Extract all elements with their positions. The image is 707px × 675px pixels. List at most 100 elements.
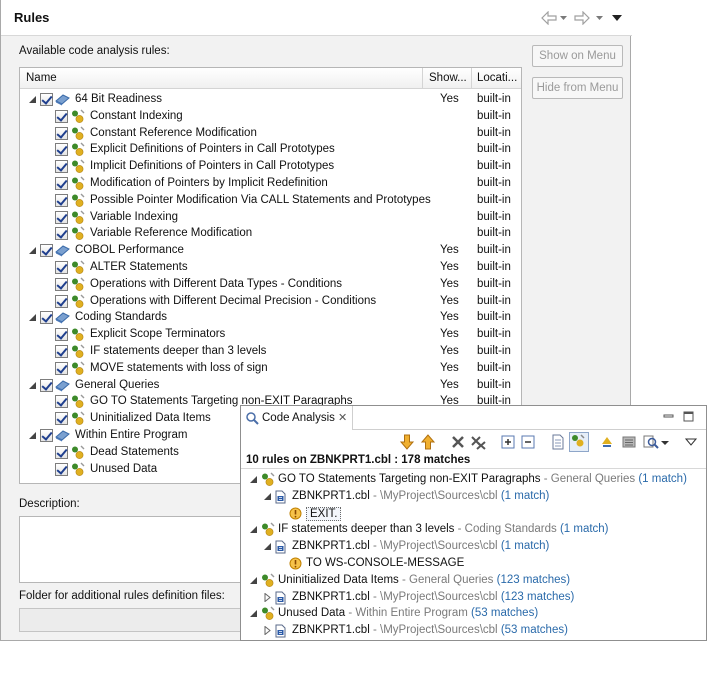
expand-toggle-icon[interactable] [263, 625, 272, 636]
show-on-menu-button[interactable]: Show on Menu [532, 45, 623, 67]
maximize-icon[interactable] [683, 411, 694, 422]
group-by-rule-icon[interactable] [569, 432, 589, 452]
rule-group-row[interactable]: General Queries Yes built-in [20, 378, 521, 395]
rule-checkbox[interactable] [55, 126, 68, 140]
back-dropdown-icon[interactable] [560, 11, 567, 25]
refresh-icon[interactable] [599, 434, 615, 450]
collapse-all-icon[interactable] [520, 434, 536, 450]
rule-checkbox[interactable] [55, 462, 68, 476]
rule-checkbox[interactable] [55, 395, 68, 409]
result-match-row[interactable]: TO WS-CONSOLE-MESSAGE [241, 556, 706, 573]
result-rule-text: Uninitialized Data Items - General Queri… [278, 574, 570, 586]
rule-row[interactable]: Variable Indexing built-in [20, 210, 521, 227]
back-arrow-icon[interactable] [541, 11, 557, 25]
rule-row[interactable]: Variable Reference Modification built-in [20, 226, 521, 243]
location-value: built-in [477, 244, 511, 257]
rule-checkbox[interactable] [40, 429, 53, 442]
rule-group-row[interactable]: 64 Bit Readiness Yes built-in [20, 92, 521, 109]
view-menu-icon[interactable] [684, 434, 701, 450]
rule-checkbox[interactable] [55, 210, 68, 224]
expand-toggle-icon[interactable] [249, 525, 258, 534]
document-icon[interactable] [550, 434, 566, 450]
rule-row[interactable]: Modification of Pointers by Implicit Red… [20, 176, 521, 193]
results-tree[interactable]: GO TO Statements Targeting non-EXIT Para… [241, 468, 706, 640]
rule-checkbox[interactable] [40, 311, 53, 325]
expand-toggle-icon[interactable] [263, 542, 272, 551]
rule-checkbox[interactable] [55, 177, 68, 190]
close-icon[interactable]: ✕ [338, 411, 347, 424]
expand-toggle-icon[interactable] [249, 609, 258, 618]
rule-checkbox[interactable] [40, 378, 53, 392]
remove-icon[interactable] [450, 434, 466, 450]
rule-row[interactable]: MOVE statements with loss of sign Yes buil… [20, 361, 521, 378]
rule-checkbox[interactable] [55, 277, 68, 291]
expand-toggle-icon[interactable] [263, 592, 272, 603]
view-menu-icon[interactable] [612, 11, 622, 25]
rule-row[interactable]: Constant Reference Modification built-in [20, 126, 521, 143]
rule-checkbox[interactable] [55, 361, 68, 375]
column-location[interactable]: Locati... [477, 72, 517, 84]
rule-checkbox[interactable] [55, 193, 68, 207]
rule-checkbox[interactable] [55, 227, 68, 241]
search-dropdown-icon[interactable] [661, 434, 677, 450]
rule-checkbox[interactable] [40, 244, 53, 258]
rule-group-row[interactable]: Coding Standards Yes built-in [20, 310, 521, 327]
rule-checkbox[interactable] [40, 93, 53, 106]
file-name: ZBNKPRT1.cbl [292, 624, 370, 637]
rule-checkbox[interactable] [55, 445, 68, 459]
expand-toggle-icon[interactable] [28, 95, 37, 104]
rule-row[interactable]: Operations with Different Decimal Precis… [20, 294, 521, 311]
expand-all-icon[interactable] [500, 434, 516, 450]
result-rule-row[interactable]: GO TO Statements Targeting non-EXIT Para… [241, 472, 706, 489]
result-file-row[interactable]: ZBNKPRT1.cbl - \MyProject\Sources\cbl (5… [241, 623, 706, 640]
result-file-row[interactable]: ZBNKPRT1.cbl - \MyProject\Sources\cbl (1… [241, 489, 706, 506]
rule-row[interactable]: Possible Pointer Modification Via CALL S… [20, 193, 521, 210]
rule-row[interactable]: ALTER Statements Yes built-in [20, 260, 521, 277]
column-divider[interactable] [422, 68, 423, 89]
result-match-row[interactable]: EXIT. [241, 506, 706, 523]
result-rule-row[interactable]: Uninitialized Data Items - General Queri… [241, 573, 706, 590]
rule-group-row[interactable]: COBOL Performance Yes built-in [20, 243, 521, 260]
rule-checkbox[interactable] [55, 345, 68, 358]
expand-toggle-icon[interactable] [28, 313, 37, 322]
search-icon[interactable] [643, 434, 659, 450]
expand-toggle-icon[interactable] [28, 246, 37, 255]
forward-dropdown-icon[interactable] [596, 11, 603, 25]
hide-from-menu-button[interactable]: Hide from Menu [532, 77, 623, 99]
result-file-row[interactable]: ZBNKPRT1.cbl - \MyProject\Sources\cbl (1… [241, 590, 706, 607]
column-name[interactable]: Name [26, 72, 57, 84]
tab-code-analysis[interactable]: Code Analysis ✕ [241, 406, 353, 430]
rule-checkbox[interactable] [55, 294, 68, 308]
folder-input[interactable] [19, 608, 269, 632]
show-value: Yes [440, 378, 459, 391]
rule-checkbox[interactable] [55, 261, 68, 274]
rule-row[interactable]: Constant Indexing built-in [20, 109, 521, 126]
column-divider[interactable] [471, 68, 472, 89]
previous-match-icon[interactable] [420, 434, 436, 450]
minimize-icon[interactable] [663, 411, 674, 422]
expand-toggle-icon[interactable] [28, 381, 37, 390]
result-file-row[interactable]: ZBNKPRT1.cbl - \MyProject\Sources\cbl (1… [241, 539, 706, 556]
rule-row[interactable]: Explicit Scope Terminators Yes built-in [20, 327, 521, 344]
rule-checkbox[interactable] [55, 109, 68, 123]
rule-row[interactable]: IF statements deeper than 3 levels Yes bui… [20, 344, 521, 361]
rule-checkbox[interactable] [55, 160, 68, 174]
expand-toggle-icon[interactable] [249, 475, 258, 484]
rule-row[interactable]: Operations with Different Data Types - C… [20, 277, 521, 294]
expand-toggle-icon[interactable] [28, 431, 37, 440]
rule-name: IF statements deeper than 3 levels [278, 523, 455, 536]
forward-arrow-icon[interactable] [574, 11, 590, 25]
rule-checkbox[interactable] [55, 143, 68, 157]
rule-row[interactable]: Implicit Definitions of Pointers in Call… [20, 159, 521, 176]
remove-all-icon[interactable] [470, 434, 486, 450]
rule-row[interactable]: Explicit Definitions of Pointers in Call… [20, 142, 521, 159]
list-icon[interactable] [621, 434, 637, 450]
rule-checkbox[interactable] [55, 328, 68, 342]
column-show[interactable]: Show... [429, 72, 467, 84]
result-rule-row[interactable]: IF statements deeper than 3 levels - Cod… [241, 522, 706, 539]
rule-checkbox[interactable] [55, 412, 68, 426]
result-rule-row[interactable]: Unused Data - Within Entire Program (53 … [241, 606, 706, 623]
expand-toggle-icon[interactable] [249, 576, 258, 585]
expand-toggle-icon[interactable] [263, 492, 272, 501]
next-match-icon[interactable] [399, 434, 415, 450]
